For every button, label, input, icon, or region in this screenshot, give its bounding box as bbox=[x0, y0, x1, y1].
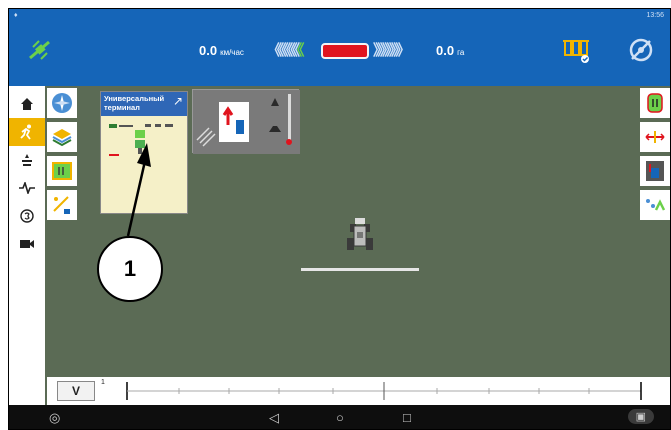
lightbar-number: 1 bbox=[101, 379, 105, 386]
steer-right-chevrons: 》》》》》》 bbox=[373, 42, 410, 59]
expand-arrow-icon[interactable]: ↗ bbox=[173, 94, 183, 108]
lightbar: V 1 bbox=[47, 377, 670, 405]
recent-apps-icon[interactable]: □ bbox=[403, 410, 411, 425]
guidance-preview-icon bbox=[193, 90, 300, 154]
field-icon[interactable] bbox=[9, 146, 45, 174]
map-tools-column bbox=[47, 86, 77, 236]
fuel-coin-icon[interactable] bbox=[9, 202, 45, 230]
steer-left-chevrons: 《《《《《《 bbox=[267, 42, 304, 59]
universal-terminal-miniview[interactable]: Универсальный терминал ↗ bbox=[100, 91, 188, 214]
app-logo-icon[interactable]: ◎ bbox=[49, 410, 60, 426]
speed-value: 0.0 bbox=[199, 43, 218, 58]
v-button[interactable]: V bbox=[57, 381, 95, 401]
system-navigation-bar: ◎ ◁ ○ □ ▣ bbox=[9, 405, 670, 429]
guidance-points-icon[interactable] bbox=[640, 190, 670, 220]
back-icon[interactable]: ◁ bbox=[269, 410, 279, 426]
pulse-icon[interactable] bbox=[9, 174, 45, 202]
status-time: 13:56 bbox=[646, 12, 664, 19]
tractor-view-icon[interactable] bbox=[640, 156, 670, 186]
right-tools-column bbox=[640, 86, 670, 236]
speed-readout: 0.0 км/час bbox=[199, 43, 244, 58]
shift-line-icon[interactable] bbox=[640, 122, 670, 152]
home-circle-icon[interactable]: ○ bbox=[336, 410, 344, 425]
tractor-icon bbox=[347, 218, 373, 250]
implement-status-icon[interactable] bbox=[561, 35, 591, 65]
left-navigation bbox=[9, 86, 45, 429]
field-boundary-icon[interactable] bbox=[47, 156, 77, 186]
gps-satellite-icon[interactable] bbox=[27, 39, 53, 61]
section-control-icon[interactable] bbox=[640, 88, 670, 118]
compass-icon[interactable] bbox=[47, 88, 77, 118]
terminal-preview-icon bbox=[105, 120, 181, 160]
implement-working-width-line bbox=[301, 268, 419, 271]
home-icon[interactable] bbox=[9, 90, 45, 118]
area-unit: га bbox=[457, 48, 465, 57]
speed-unit: км/час bbox=[220, 48, 244, 57]
callout-number: 1 bbox=[97, 236, 163, 302]
layers-icon[interactable] bbox=[47, 122, 77, 152]
area-value: 0.0 bbox=[436, 43, 455, 58]
camera-icon[interactable] bbox=[9, 230, 45, 258]
guidance-line-icon[interactable] bbox=[47, 190, 77, 220]
lightbar-scale bbox=[126, 382, 642, 400]
active-chevron: 《 bbox=[297, 42, 304, 59]
run-mode-icon[interactable] bbox=[9, 118, 45, 146]
screenshot-icon[interactable]: ▣ bbox=[627, 409, 654, 424]
area-readout: 0.0 га bbox=[436, 43, 464, 58]
guidance-miniview[interactable] bbox=[192, 89, 300, 154]
autosteer-disabled-icon[interactable] bbox=[628, 37, 654, 63]
top-bar: 0.0 км/час 《《《《《《 》》》》》》 0.0 га bbox=[9, 25, 670, 86]
signal-icon: ♦ bbox=[14, 12, 18, 19]
status-bar: ♦ 13:56 bbox=[9, 9, 670, 25]
steering-deviation-indicator bbox=[321, 43, 369, 59]
app-window: ♦ 13:56 0.0км/час 《《《《《《 》》》》》》 0.0га bbox=[8, 8, 671, 430]
